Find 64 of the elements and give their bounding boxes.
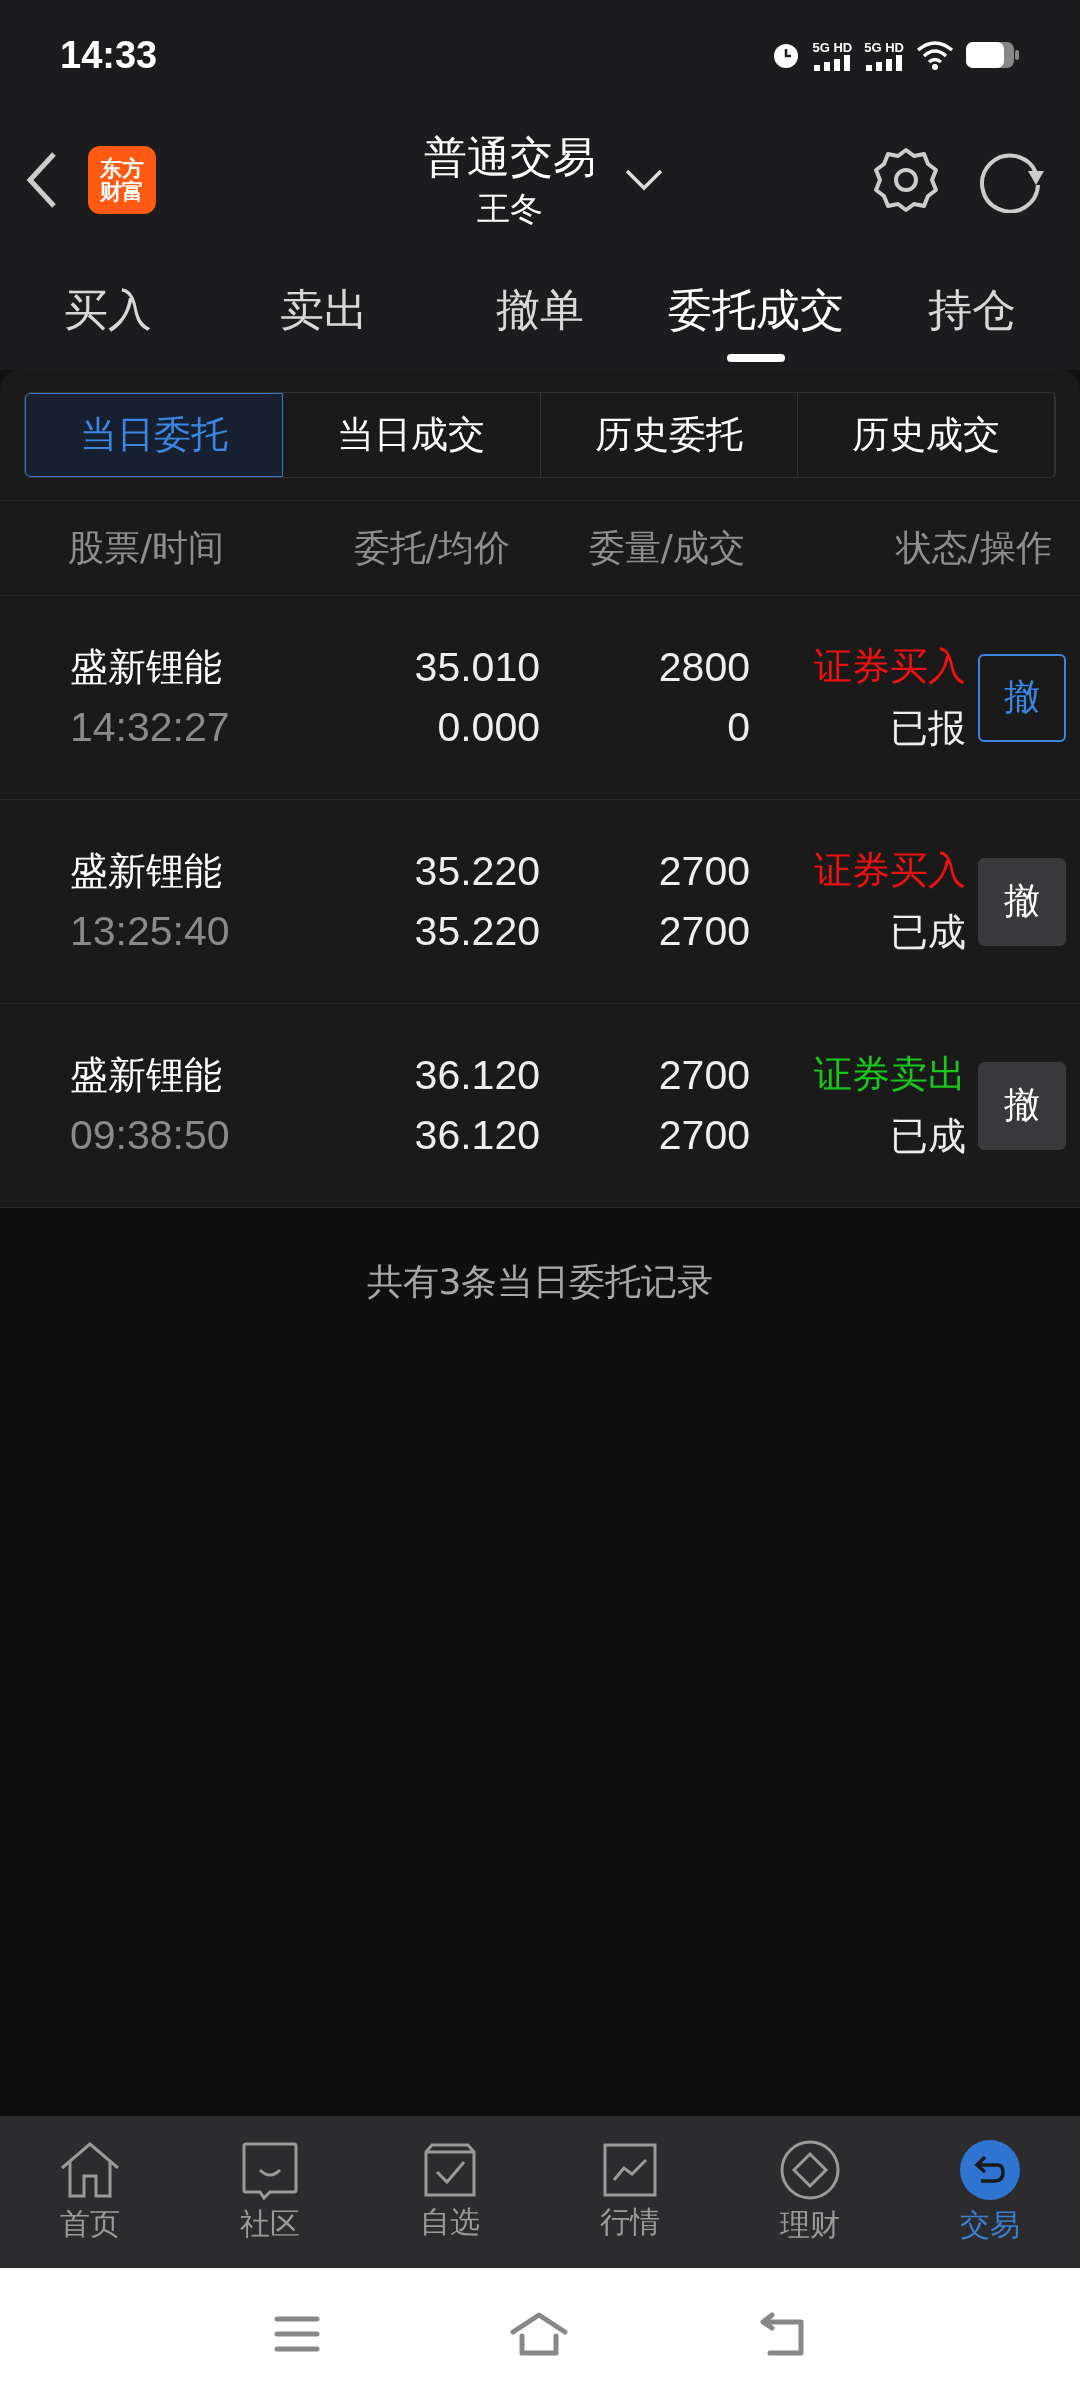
- order-status: 已报: [890, 704, 966, 752]
- column-header: 状态/操作: [894, 525, 1052, 570]
- order-type: 证券买入: [814, 847, 966, 895]
- network-label: 5G HD: [864, 39, 904, 55]
- record-tab[interactable]: 当日委托: [25, 393, 284, 477]
- back-button[interactable]: [24, 150, 58, 210]
- order-type: 证券卖出: [814, 1051, 966, 1099]
- order-time: 13:25:40: [70, 907, 230, 957]
- trade-tab[interactable]: 委托成交: [648, 250, 864, 370]
- wifi-icon: [916, 40, 954, 70]
- page-title: 普通交易: [424, 130, 596, 184]
- signal-icon: [866, 54, 903, 71]
- order-status: 已成: [890, 908, 966, 956]
- menu-button[interactable]: [274, 2315, 320, 2353]
- trade-tab[interactable]: 买入: [0, 250, 216, 370]
- order-price: 36.120: [414, 1051, 540, 1101]
- nav-tab[interactable]: 社区: [180, 2139, 360, 2245]
- order-time: 09:38:50: [70, 1111, 230, 1161]
- battery-icon: [966, 42, 1020, 68]
- order-quantity: 2800: [658, 643, 750, 693]
- account-name: 王冬: [477, 187, 543, 230]
- nav-tab[interactable]: 理财: [720, 2138, 900, 2246]
- network-label: 5G HD: [812, 39, 853, 55]
- home-icon: [58, 2139, 122, 2200]
- record-tab[interactable]: 历史委托: [540, 393, 798, 477]
- nav-tab[interactable]: 自选: [360, 2141, 540, 2243]
- column-header: 股票/时间: [68, 525, 226, 570]
- filled-quantity: 0: [727, 702, 750, 752]
- average-price: 36.120: [414, 1110, 540, 1160]
- trade-tab[interactable]: 持仓: [864, 250, 1080, 370]
- order-time: 14:32:27: [70, 703, 230, 753]
- column-header: 委量/成交: [587, 525, 745, 570]
- settings-button[interactable]: [872, 146, 940, 214]
- filled-quantity: 2700: [658, 906, 750, 956]
- cancel-button[interactable]: 撤: [978, 1061, 1066, 1150]
- average-price: 35.220: [414, 906, 540, 956]
- nav-tab[interactable]: 行情: [540, 2141, 720, 2243]
- checkbox-icon: [422, 2141, 478, 2198]
- cancel-button[interactable]: 撤: [978, 857, 1066, 946]
- app-logo: 东方 财富: [88, 146, 156, 214]
- order-price: 35.010: [414, 643, 540, 693]
- record-tab[interactable]: 当日成交: [283, 393, 541, 477]
- order-price: 35.220: [414, 847, 540, 897]
- cancel-button[interactable]: 撤: [978, 653, 1066, 742]
- record-count: 共有3条当日委托记录: [366, 1260, 714, 1304]
- trade-tab[interactable]: 卖出: [216, 250, 432, 370]
- trade-tab[interactable]: 撤单: [432, 250, 648, 370]
- stock-name: 盛新锂能: [70, 1052, 222, 1100]
- nav-tab[interactable]: 首页: [0, 2139, 180, 2245]
- home-button[interactable]: [510, 2312, 568, 2356]
- filled-quantity: 2700: [658, 1110, 750, 1160]
- signal-icon: [814, 54, 851, 71]
- stock-name: 盛新锂能: [70, 644, 222, 692]
- dropdown-button[interactable]: [624, 168, 664, 192]
- stock-name: 盛新锂能: [70, 848, 222, 896]
- chart-icon: [602, 2141, 658, 2198]
- order-type: 证券买入: [814, 643, 966, 691]
- average-price: 0.000: [437, 702, 540, 752]
- record-tab[interactable]: 历史成交: [797, 393, 1055, 477]
- order-quantity: 2700: [658, 1051, 750, 1101]
- order-quantity: 2700: [658, 847, 750, 897]
- column-header: 委托/均价: [352, 525, 510, 570]
- status-time: 14:33: [60, 33, 158, 77]
- order-status: 已成: [890, 1112, 966, 1160]
